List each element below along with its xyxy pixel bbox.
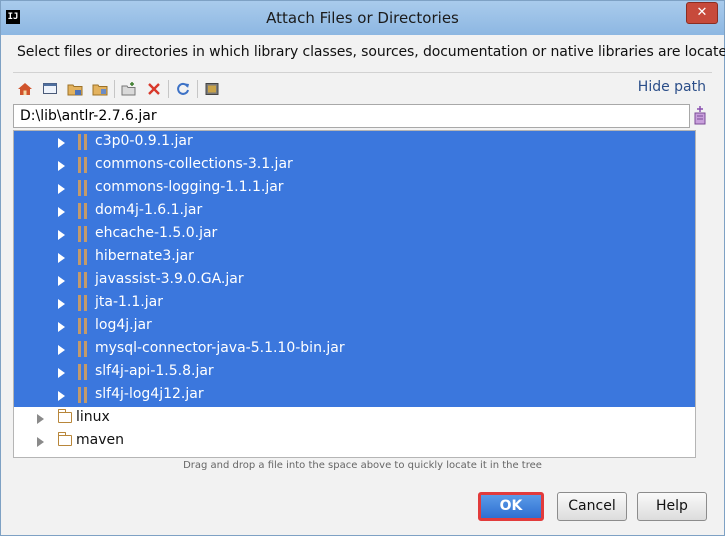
home-button[interactable]	[15, 79, 35, 99]
delete-icon	[148, 83, 160, 95]
project-folder-icon	[67, 84, 83, 96]
desktop-button[interactable]	[40, 79, 60, 99]
jar-file-icon	[78, 134, 88, 150]
home-icon	[18, 83, 32, 95]
toolbar-separator	[197, 80, 198, 98]
vertical-scrollbar-track[interactable]	[695, 131, 696, 457]
new-folder-button[interactable]	[119, 79, 139, 99]
tree-row-label: jta-1.1.jar	[95, 294, 163, 310]
drag-drop-hint: Drag and drop a file into the space abov…	[183, 460, 542, 471]
tree-row[interactable]: dom4j-1.6.1.jar	[14, 200, 695, 223]
new-folder-icon	[121, 82, 136, 96]
expand-arrow-icon[interactable]	[58, 322, 65, 332]
tree-row[interactable]: commons-logging-1.1.1.jar	[14, 177, 695, 200]
expand-arrow-icon[interactable]	[58, 391, 65, 401]
tree-row[interactable]: c3p0-0.9.1.jar	[14, 131, 695, 154]
tree-row-label: dom4j-1.6.1.jar	[95, 202, 203, 218]
dialog-title: Attach Files or Directories	[266, 9, 459, 27]
jar-file-icon	[78, 203, 88, 219]
title-bar[interactable]: IJ Attach Files or Directories ✕	[1, 1, 724, 35]
expand-arrow-icon[interactable]	[58, 207, 65, 217]
file-tree[interactable]: c3p0-0.9.1.jar commons-collections-3.1.ja…	[13, 130, 696, 458]
jar-file-icon	[78, 318, 88, 334]
jar-file-icon	[78, 249, 88, 265]
close-button[interactable]: ✕	[686, 2, 718, 24]
expand-arrow-icon[interactable]	[58, 184, 65, 194]
tree-row-label: commons-collections-3.1.jar	[95, 156, 293, 172]
refresh-icon	[177, 82, 189, 95]
expand-arrow-icon[interactable]	[58, 299, 65, 309]
tree-row-label: slf4j-api-1.5.8.jar	[95, 363, 214, 379]
tree-row-label: commons-logging-1.1.1.jar	[95, 179, 284, 195]
tree-row[interactable]: log4j.jar	[14, 315, 695, 338]
jar-file-icon	[78, 157, 88, 173]
toolbar-separator	[114, 80, 115, 98]
show-hidden-button[interactable]	[202, 79, 222, 99]
attach-files-dialog: IJ Attach Files or Directories ✕ Select …	[0, 0, 725, 536]
cancel-button[interactable]: Cancel	[557, 492, 627, 521]
tree-row[interactable]: linux	[14, 407, 695, 430]
module-folder-button[interactable]	[90, 79, 110, 99]
tree-row-label: hibernate3.jar	[95, 248, 194, 264]
folder-icon	[57, 409, 72, 423]
show-hidden-icon	[205, 83, 219, 95]
toolbar-separator	[168, 80, 169, 98]
expand-arrow-icon[interactable]	[37, 414, 44, 424]
project-folder-button[interactable]	[65, 79, 85, 99]
delete-button[interactable]	[144, 79, 164, 99]
expand-arrow-icon[interactable]	[58, 345, 65, 355]
jar-file-icon	[78, 295, 88, 311]
dialog-description: Select files or directories in which lib…	[17, 44, 725, 60]
jar-file-icon	[78, 364, 88, 380]
tree-row-label: slf4j-log4j12.jar	[95, 386, 204, 402]
jar-file-icon	[78, 341, 88, 357]
tree-row[interactable]: commons-collections-3.1.jar	[14, 154, 695, 177]
jar-file-icon	[78, 226, 88, 242]
tree-row-label: ehcache-1.5.0.jar	[95, 225, 218, 241]
file-chooser-toolbar	[15, 77, 227, 101]
expand-arrow-icon[interactable]	[58, 253, 65, 263]
tree-row-label: log4j.jar	[95, 317, 152, 333]
expand-arrow-icon[interactable]	[58, 230, 65, 240]
folder-icon	[57, 432, 72, 446]
history-icon	[694, 106, 706, 125]
refresh-button[interactable]	[173, 79, 193, 99]
tree-row-label: linux	[76, 409, 110, 425]
path-history-button[interactable]	[693, 105, 707, 125]
tree-row[interactable]: javassist-3.9.0.GA.jar	[14, 269, 695, 292]
expand-arrow-icon[interactable]	[58, 161, 65, 171]
tree-row[interactable]: hibernate3.jar	[14, 246, 695, 269]
tree-row[interactable]: jta-1.1.jar	[14, 292, 695, 315]
tree-row-label: javassist-3.9.0.GA.jar	[95, 271, 244, 287]
tree-row[interactable]: mysql-connector-java-5.1.10-bin.jar	[14, 338, 695, 361]
tree-row-label: mysql-connector-java-5.1.10-bin.jar	[95, 340, 345, 356]
expand-arrow-icon[interactable]	[58, 276, 65, 286]
jar-file-icon	[78, 387, 88, 403]
desktop-icon	[43, 83, 57, 94]
tree-row[interactable]: slf4j-api-1.5.8.jar	[14, 361, 695, 384]
tree-row[interactable]: maven	[14, 430, 695, 453]
expand-arrow-icon[interactable]	[37, 437, 44, 447]
expand-arrow-icon[interactable]	[58, 138, 65, 148]
path-input[interactable]	[14, 105, 689, 127]
jar-file-icon	[78, 272, 88, 288]
expand-arrow-icon[interactable]	[58, 368, 65, 378]
tree-row[interactable]: slf4j-log4j12.jar	[14, 384, 695, 407]
description-divider	[13, 72, 712, 73]
jar-file-icon	[78, 180, 88, 196]
tree-row[interactable]: ehcache-1.5.0.jar	[14, 223, 695, 246]
tree-row-label: c3p0-0.9.1.jar	[95, 133, 193, 149]
ok-button[interactable]: OK	[478, 492, 544, 521]
path-field-container	[13, 104, 690, 128]
tree-row-label: maven	[76, 432, 124, 448]
help-button[interactable]: Help	[637, 492, 707, 521]
hide-path-link[interactable]: Hide path	[638, 79, 706, 95]
module-folder-icon	[92, 84, 108, 96]
